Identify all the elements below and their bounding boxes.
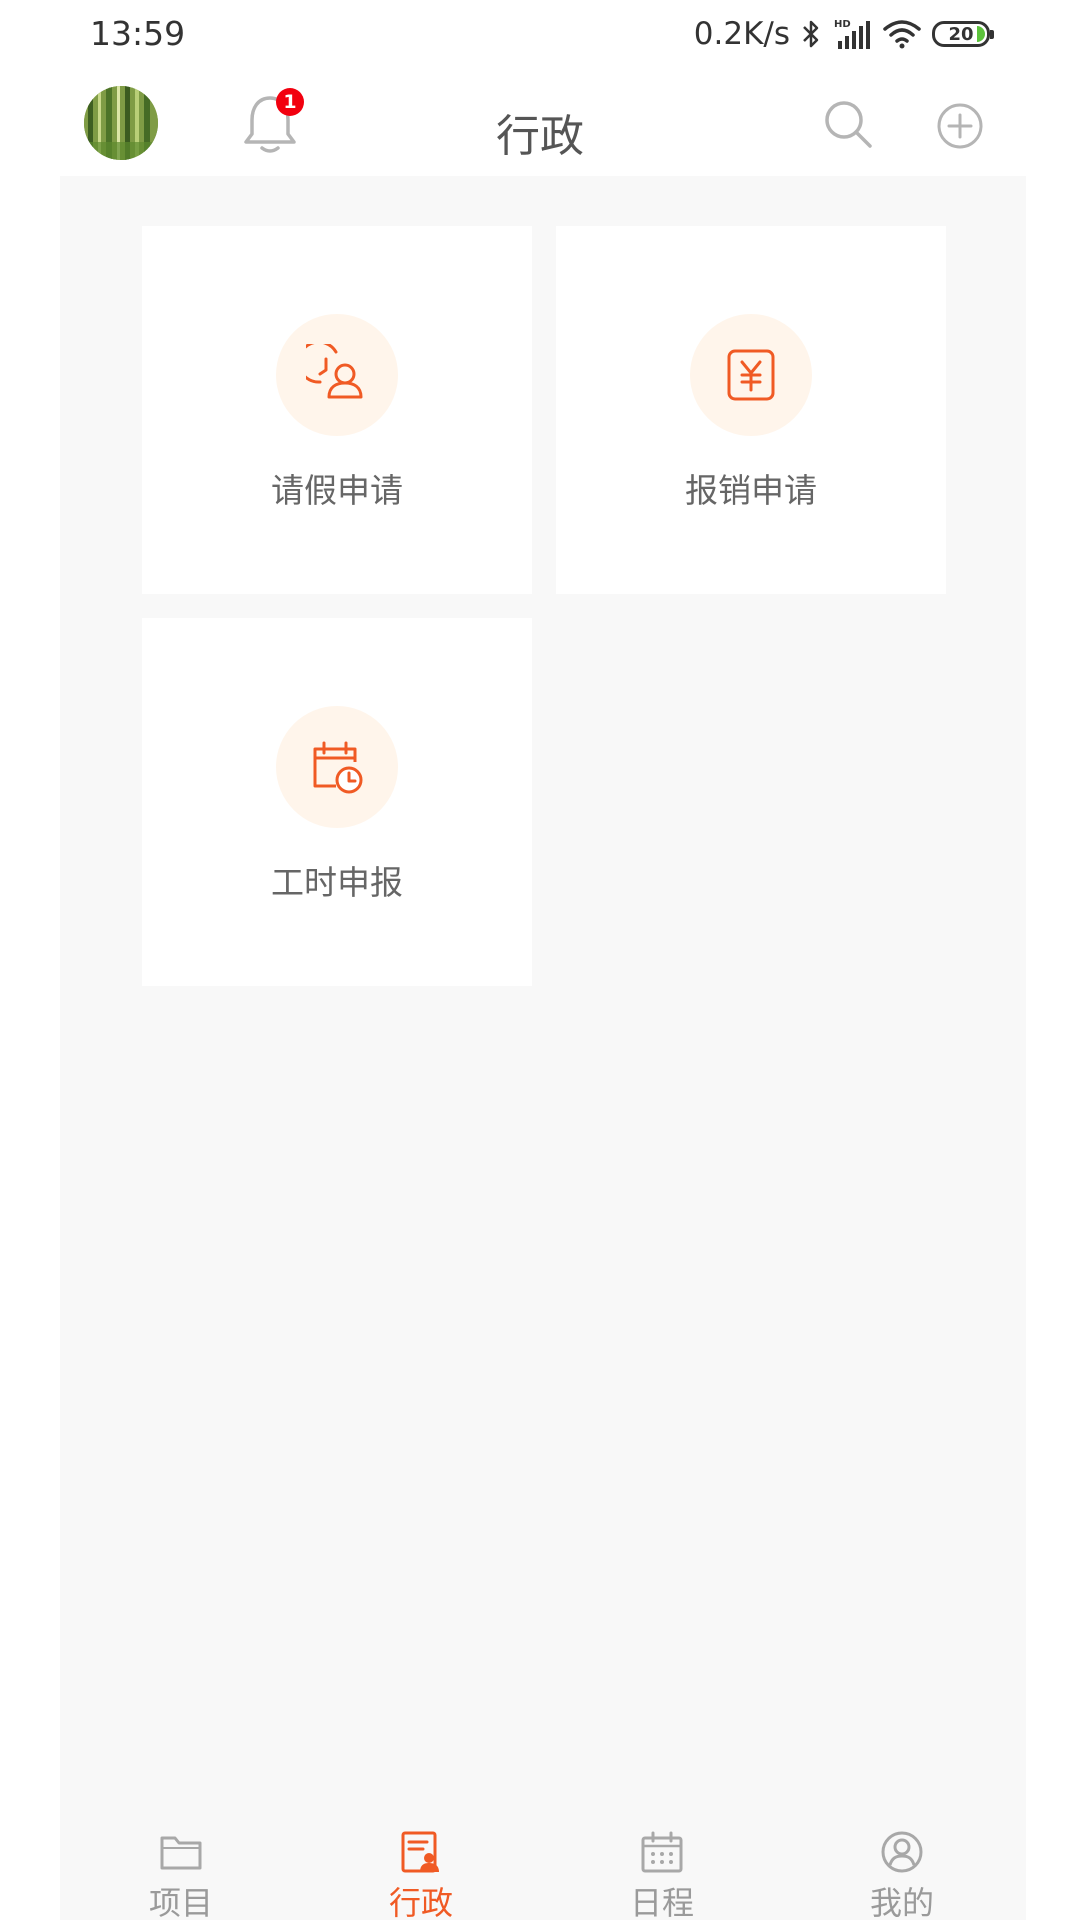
status-indicators: 0.2K/s HD 20 — [693, 12, 994, 56]
wifi-icon — [883, 20, 921, 49]
nav-item-mine[interactable]: 我的 — [802, 1810, 1002, 1920]
folder-icon — [160, 1836, 202, 1870]
status-bar: 13:59 0.2K/s HD 20 — [0, 0, 1080, 70]
app-header: 行政 — [0, 70, 1080, 176]
reimbursement-icon — [727, 349, 775, 401]
card-icon-background — [276, 314, 398, 436]
add-button[interactable] — [936, 102, 984, 150]
battery-level: 20 — [948, 23, 974, 45]
bluetooth-icon — [803, 20, 819, 48]
nav-label: 日程 — [629, 1884, 694, 1920]
card-label: 报销申请 — [685, 471, 817, 510]
nav-item-schedule[interactable]: 日程 — [562, 1810, 762, 1920]
nav-label: 项目 — [148, 1884, 213, 1920]
network-speed: 0.2K/s — [693, 16, 790, 52]
screen: 13:59 0.2K/s HD 20 行政 1 请假申请 报销申请 工时申报 项… — [0, 0, 1080, 1920]
nav-item-projects[interactable]: 项目 — [81, 1810, 281, 1920]
card-leave-request[interactable]: 请假申请 — [142, 226, 532, 594]
svg-text:HD: HD — [834, 19, 851, 30]
card-label: 请假申请 — [271, 471, 403, 510]
notification-badge: 1 — [276, 88, 304, 116]
card-icon-background — [276, 706, 398, 828]
nav-label: 行政 — [388, 1884, 453, 1920]
card-timesheet[interactable]: 工时申报 — [142, 618, 532, 986]
card-icon-background — [690, 314, 812, 436]
bottom-nav: 项目 行政 日程 我的 — [60, 1810, 1026, 1920]
search-icon — [825, 101, 872, 148]
card-reimbursement[interactable]: 报销申请 — [556, 226, 946, 594]
add-circle-icon — [937, 103, 983, 149]
battery-icon: 20 — [932, 21, 994, 47]
card-label: 工时申报 — [271, 863, 403, 902]
calendar-icon — [641, 1831, 683, 1873]
admin-icon — [401, 1831, 439, 1873]
page-title: 行政 — [496, 111, 584, 162]
signal-hd-icon: HD — [834, 19, 870, 49]
main-content: 请假申请 报销申请 工时申报 — [60, 176, 1026, 1920]
status-time: 13:59 — [90, 14, 186, 53]
nav-label: 我的 — [869, 1884, 934, 1920]
nav-item-admin[interactable]: 行政 — [321, 1810, 521, 1920]
search-button[interactable] — [822, 98, 874, 150]
profile-icon — [881, 1831, 923, 1873]
leave-request-icon — [306, 344, 363, 399]
timesheet-icon — [313, 741, 363, 794]
